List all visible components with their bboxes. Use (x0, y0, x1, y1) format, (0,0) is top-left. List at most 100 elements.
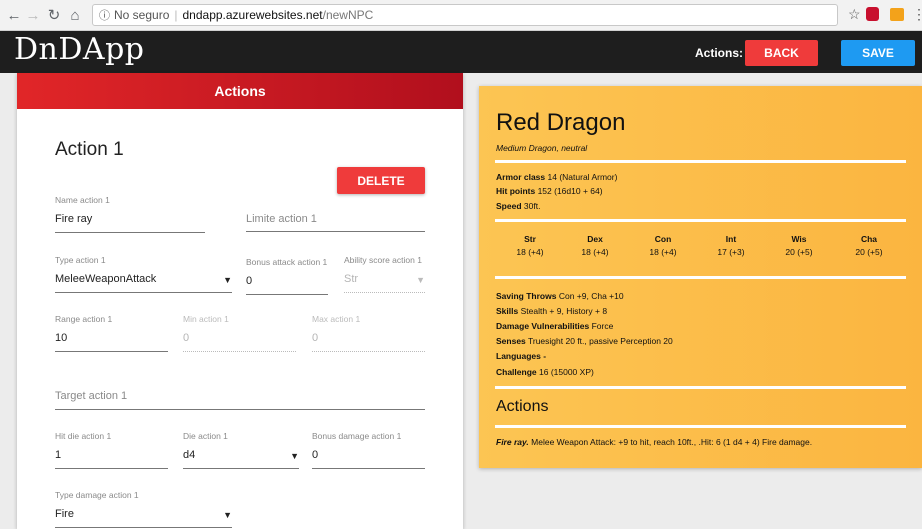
actions-section-title: Actions (496, 398, 549, 415)
range-action-label: Range action 1 (55, 314, 113, 324)
stat-name: Con (654, 234, 672, 244)
hit-points-value: 152 (16d10 + 64) (537, 186, 603, 196)
back-arrow-icon[interactable]: ← (5, 5, 23, 25)
stat-wis: Wis 20 (+5) (774, 234, 824, 257)
stat-name: Cha (860, 234, 878, 244)
ability-score-select[interactable]: Ability score action 1 Str ▼ (344, 255, 425, 293)
max-action-underline (312, 351, 425, 352)
bonus-damage-field[interactable]: Bonus damage action 1 0 (312, 431, 425, 469)
max-action-value: 0 (312, 332, 319, 344)
name-action-underline (55, 232, 205, 233)
min-action-value: 0 (183, 332, 190, 344)
hit-die-field[interactable]: Hit die action 1 1 (55, 431, 168, 469)
type-damage-underline (55, 527, 232, 528)
monster-stat-block: Red Dragon Medium Dragon, neutral Armor … (479, 86, 922, 468)
bonus-damage-label: Bonus damage action 1 (312, 431, 402, 441)
divider (495, 219, 906, 222)
max-action-field[interactable]: Max action 1 0 (312, 314, 425, 352)
stat-value: 20 (+5) (855, 247, 883, 257)
range-action-field[interactable]: Range action 1 10 (55, 314, 168, 352)
bookmark-star-icon[interactable]: ☆ (848, 6, 861, 23)
caret-down-icon: ▼ (290, 451, 299, 461)
saving-throws-label: Saving Throws (496, 291, 557, 301)
bonus-attack-field[interactable]: Bonus attack action 1 0 (246, 257, 328, 295)
reload-icon[interactable]: ↻ (45, 5, 63, 25)
type-action-value: MeleeWeaponAttack (55, 273, 157, 285)
type-action-select[interactable]: Type action 1 MeleeWeaponAttack ▼ (55, 255, 232, 293)
header-actions-label: Actions: (695, 46, 743, 60)
hit-die-underline (55, 468, 168, 469)
home-icon[interactable]: ⌂ (66, 5, 84, 25)
name-action-field[interactable]: Name action 1 Fire ray (55, 195, 205, 233)
url-separator: | (174, 8, 178, 22)
info-icon[interactable]: ⓘ (99, 7, 110, 23)
address-bar[interactable]: ⓘ No seguro | dndapp.azurewebsites.net/n… (92, 4, 838, 26)
range-action-underline (55, 351, 168, 352)
type-action-label: Type action 1 (55, 255, 106, 265)
type-damage-label: Type damage action 1 (55, 490, 139, 500)
min-action-label: Min action 1 (183, 314, 229, 324)
url-path: /newNPC (322, 8, 374, 22)
stat-value: 20 (+5) (785, 247, 813, 257)
limite-action-placeholder: Limite action 1 (246, 213, 317, 225)
bonus-damage-value: 0 (312, 449, 319, 461)
action-name: Fire ray. (496, 437, 529, 447)
name-action-value: Fire ray (55, 213, 93, 225)
target-action-underline (55, 409, 425, 410)
ability-score-underline (344, 292, 425, 293)
caret-down-icon: ▼ (416, 275, 425, 285)
divider (495, 276, 906, 279)
limite-action-field[interactable]: Limite action 1 (246, 213, 425, 232)
senses-value: Truesight 20 ft., passive Perception 20 (528, 336, 673, 346)
saving-throws-value: Con +9, Cha +10 (558, 291, 624, 301)
stat-value: 18 (+4) (516, 247, 544, 257)
forward-arrow-icon[interactable]: → (24, 5, 42, 25)
armor-class-value: 14 (Natural Armor) (547, 172, 618, 182)
die-action-label: Die action 1 (183, 431, 228, 441)
name-action-label: Name action 1 (55, 195, 110, 205)
stat-int: Int 17 (+3) (706, 234, 756, 257)
hit-points-line: Hit points 152 (16d10 + 64) (496, 186, 603, 196)
save-button[interactable]: SAVE (841, 40, 915, 66)
monster-name: Red Dragon (496, 109, 626, 136)
armor-class-line: Armor class 14 (Natural Armor) (496, 172, 617, 182)
stat-name: Str (524, 234, 536, 244)
stat-value: 18 (+4) (649, 247, 677, 257)
ublock-extension-icon[interactable] (866, 7, 879, 21)
target-action-field[interactable]: Target action 1 (55, 390, 425, 410)
skills-value: Stealth + 9, History + 8 (520, 306, 608, 316)
hit-die-label: Hit die action 1 (55, 431, 112, 441)
back-button[interactable]: BACK (745, 40, 818, 66)
ability-score-value-row: Str ▼ (344, 273, 425, 289)
die-action-select[interactable]: Die action 1 d4 ▼ (183, 431, 299, 469)
ability-score-label: Ability score action 1 (344, 255, 422, 265)
caret-down-icon: ▼ (223, 275, 232, 285)
action-title: Action 1 (55, 139, 124, 160)
caret-down-icon: ▼ (223, 510, 232, 520)
max-action-label: Max action 1 (312, 314, 361, 324)
saving-throws-line: Saving Throws Con +9, Cha +10 (496, 291, 624, 301)
delete-action-button[interactable]: DELETE (337, 167, 425, 194)
damage-vulnerabilities-line: Damage Vulnerabilities Force (496, 321, 613, 331)
skills-label: Skills (496, 306, 519, 316)
bonus-attack-value: 0 (246, 275, 253, 287)
bonus-attack-underline (246, 294, 328, 295)
stat-cha: Cha 20 (+5) (844, 234, 894, 257)
type-damage-select[interactable]: Type damage action 1 Fire ▼ (55, 490, 232, 528)
stat-value: 17 (+3) (717, 247, 745, 257)
browser-toolbar: ← → ↻ ⌂ ⓘ No seguro | dndapp.azurewebsit… (0, 0, 922, 31)
stat-value: 18 (+4) (581, 247, 609, 257)
app-logo[interactable]: DnDApp (14, 32, 145, 67)
min-action-field[interactable]: Min action 1 0 (183, 314, 296, 352)
type-action-underline (55, 292, 232, 293)
offers-extension-icon[interactable] (890, 8, 904, 21)
bonus-attack-label: Bonus attack action 1 (246, 257, 328, 267)
limite-action-underline (246, 231, 425, 232)
divider (495, 425, 906, 428)
security-label: No seguro (114, 8, 170, 22)
action-text: Melee Weapon Attack: +9 to hit, reach 10… (531, 437, 813, 447)
action-description: Fire ray. Melee Weapon Attack: +9 to hit… (496, 437, 812, 447)
menu-dots-icon[interactable]: ⋮ (912, 6, 922, 23)
die-action-value: d4 (183, 449, 196, 461)
stat-str: Str 18 (+4) (505, 234, 555, 257)
